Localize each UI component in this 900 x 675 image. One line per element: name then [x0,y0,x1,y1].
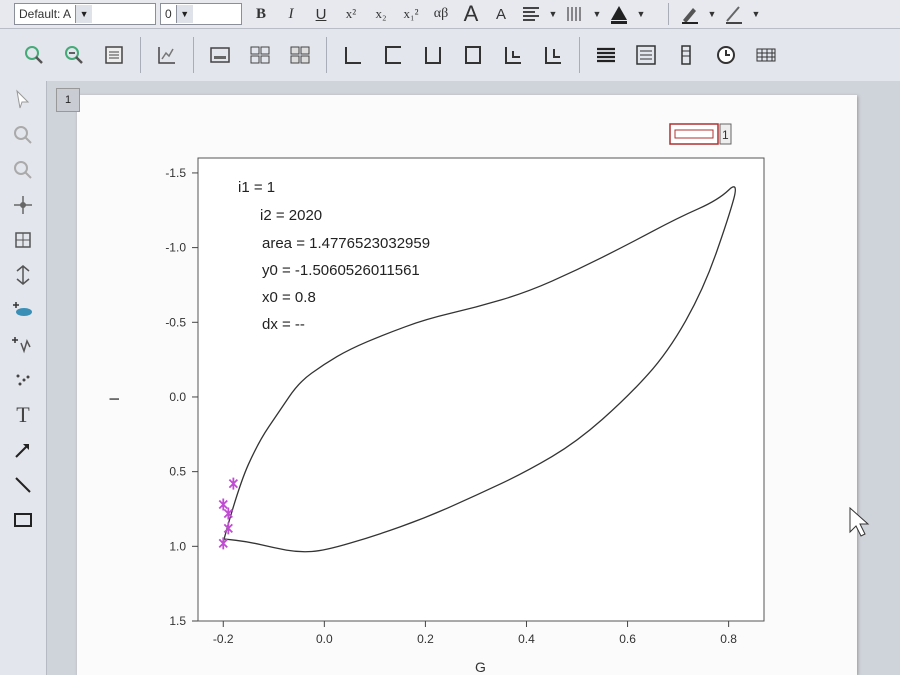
y-axis-label: I [106,397,122,401]
x-axis[interactable]: -0.2 0.0 0.2 0.4 0.6 0.8 [213,621,737,646]
x-tick-label: 0.8 [720,632,737,646]
annotation-i2: i2 = 2020 [260,207,322,224]
annotation-y0: y0 = -1.5060526011561 [262,262,420,279]
plot: -1.5 -1.0 -0.5 0.0 0.5 1.0 1.5 -0.2 0.0 0.2 0.4 0.… [106,123,870,675]
y-tick-label: -1.5 [165,166,186,180]
annotation-i1: i1 = 1 [238,179,275,196]
layer-indicator-label: 1 [722,128,729,142]
y-tick-label: 0.0 [169,390,186,404]
y-tick-label: 1.0 [169,539,186,553]
mouse-cursor-icon [849,506,870,537]
layer-indicator-icon[interactable]: 1 [669,123,732,145]
y-axis[interactable]: -1.5 -1.0 -0.5 0.0 0.5 1.0 1.5 [165,166,198,628]
x-tick-label: -0.2 [213,632,234,646]
annotation-area: area = 1.4776523032959 [262,235,430,252]
annotation-x0: x0 = 0.8 [262,289,316,306]
x-tick-label: 0.2 [417,632,434,646]
plot-frame[interactable] [197,157,765,622]
y-tick-label: 1.5 [169,614,186,628]
y-tick-label: -1.0 [165,241,186,255]
annotation-dx: dx = -- [262,316,305,333]
x-tick-label: 0.4 [518,632,535,646]
x-tick-label: 0.6 [619,632,636,646]
y-tick-label: -0.5 [165,315,186,329]
x-axis-label: G [475,659,486,675]
y-tick-label: 0.5 [169,465,186,479]
x-tick-label: 0.0 [316,632,333,646]
